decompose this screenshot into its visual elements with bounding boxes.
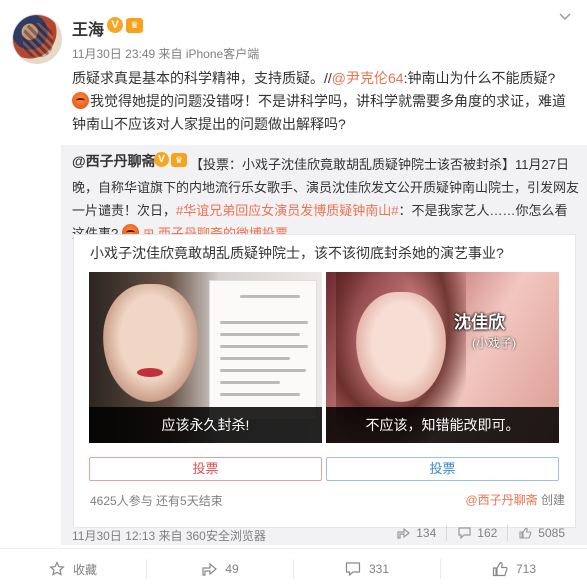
vote-option-left-image[interactable]: 应该永久封杀!: [89, 272, 322, 443]
repost-level-badge: ♛: [171, 153, 187, 167]
vote-card: 小戏子沈佳欣竟敢胡乱质疑钟院士，该不该彻底封杀她的演艺事业? 应该永久封杀! 沈…: [73, 234, 576, 528]
vote-button-right[interactable]: 投票: [326, 457, 559, 481]
portrait-left: [103, 284, 198, 402]
vote-creator: @西子丹聊斋 创建: [465, 491, 565, 508]
repost-box: 【投票：小戏子沈佳欣竟敢胡乱质疑钟院士该否被封杀】11月27日晚，自称华谊旗下的…: [61, 145, 587, 545]
repost-comment-count: 162: [477, 526, 498, 540]
vote-option-right-caption: 不应该，知错能改即可。: [326, 407, 559, 443]
comment-count: 331: [368, 562, 390, 576]
repost-comment-action[interactable]: 162: [446, 525, 507, 541]
repost-like-action[interactable]: 5085: [507, 525, 575, 541]
vote-option-left-caption: 应该永久封杀!: [89, 407, 322, 443]
chevron-down-icon[interactable]: [557, 10, 573, 26]
post-text-line2: 我觉得她提的问题没错呀！不是讲科学吗，讲科学就需要多角度的求证，难道钟南山不应该…: [72, 93, 566, 132]
portrait-lips: [137, 368, 163, 377]
repost-author[interactable]: @西子丹聊斋: [72, 151, 156, 171]
repost-meta: 11月30日 12:13 来自 360安全浏览器: [72, 529, 266, 543]
vote-stats: 4625人参与 还有5天结束: [90, 494, 223, 508]
overlay-name: 沈佳欣: [454, 313, 505, 332]
comment-icon: [457, 527, 471, 540]
post-text-line1-prefix: 质疑求真是基本的科学精神，支持质疑。//: [72, 70, 332, 86]
author-name[interactable]: 王海: [72, 16, 104, 40]
vote-question: 小戏子沈佳欣竟敢胡乱质疑钟院士，该不该彻底封杀她的演艺事业?: [90, 245, 504, 261]
overlay-subtitle: (小戏子): [472, 336, 516, 350]
vote-creator-suffix: 创建: [540, 493, 565, 507]
like-button[interactable]: 713: [440, 559, 587, 579]
avatar[interactable]: [12, 14, 62, 64]
comment-icon: [345, 561, 361, 577]
verified-badge: V: [107, 17, 123, 33]
hashtag-link[interactable]: #华谊兄弟回应女演员发博质疑钟南山#: [176, 203, 398, 218]
thumbs-up-icon: [518, 527, 532, 539]
repost-verified-badge: V: [154, 152, 169, 167]
repost-share-action[interactable]: 134: [386, 525, 446, 541]
repost-actions: 134 162 5085: [386, 525, 575, 541]
share-button[interactable]: 49: [146, 559, 293, 579]
vote-option-right-image[interactable]: 沈佳欣 (小戏子) 不应该，知错能改即可。: [326, 272, 559, 443]
star-icon: [49, 561, 65, 577]
like-count: 713: [515, 562, 537, 576]
favorite-button[interactable]: 收藏: [0, 559, 146, 579]
favorite-label: 收藏: [72, 562, 97, 577]
angry-emoji-icon: [72, 92, 89, 109]
member-level-badge: ♛: [126, 18, 143, 33]
screenshot-thumbnail: [209, 280, 317, 420]
post-text: 质疑求真是基本的科学精神，支持质疑。//@尹克伦64:钟南山为什么不能质疑? 我…: [72, 67, 572, 136]
mention-link[interactable]: @尹克伦64: [332, 70, 404, 86]
post-meta: 11月30日 23:49 来自 iPhone客户端: [72, 47, 260, 61]
bottom-action-bar: 收藏 49 331 713: [0, 548, 587, 588]
portrait-right: [356, 292, 446, 402]
share-icon: [201, 561, 218, 577]
repost-like-count: 5085: [538, 526, 565, 540]
share-count: 49: [225, 562, 239, 576]
thumbs-up-icon: [492, 561, 508, 577]
share-icon: [396, 527, 410, 539]
vote-button-left[interactable]: 投票: [89, 457, 322, 481]
weibo-post-card: 王海 V ♛ 11月30日 23:49 来自 iPhone客户端 质疑求真是基本…: [0, 0, 587, 588]
post-text-line1-suffix: :钟南山为什么不能质疑?: [403, 70, 556, 86]
vote-creator-link[interactable]: @西子丹聊斋: [465, 493, 537, 507]
comment-button[interactable]: 331: [293, 559, 440, 579]
repost-share-count: 134: [416, 526, 437, 540]
